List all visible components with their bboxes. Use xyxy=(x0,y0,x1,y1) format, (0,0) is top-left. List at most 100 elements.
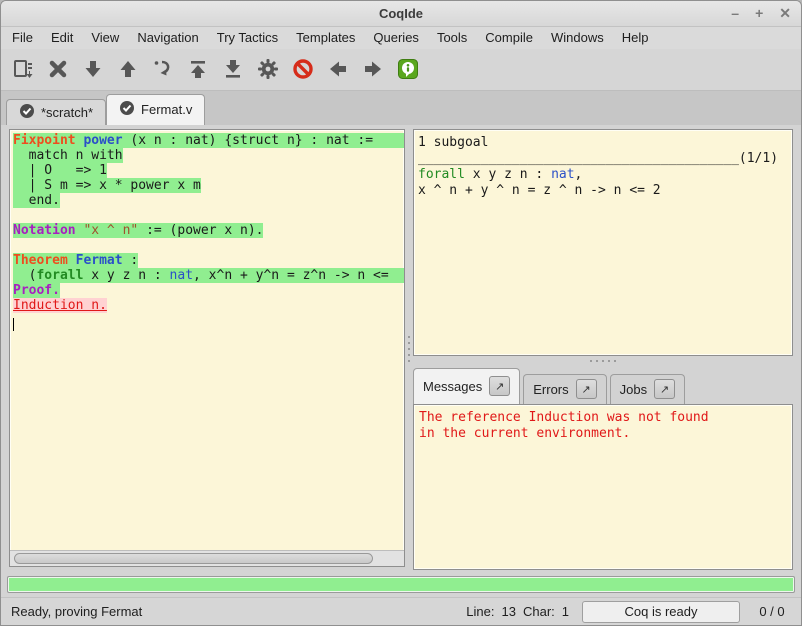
code-line: | S m => x * power x m xyxy=(13,178,404,193)
goal-line: forall x y z n : nat, xyxy=(418,167,788,183)
menu-file[interactable]: File xyxy=(3,28,42,47)
main-area: Fixpoint power (x n : nat) {struct n} : … xyxy=(1,125,801,570)
code-line: | O => 1 xyxy=(13,163,404,178)
detach-icon: ↗ xyxy=(582,383,591,396)
toolbar xyxy=(1,49,801,91)
scrollbar-thumb[interactable] xyxy=(14,553,373,564)
interrupt-button[interactable] xyxy=(285,52,320,86)
restart-button[interactable] xyxy=(180,52,215,86)
tab-jobs[interactable]: Jobs ↗ xyxy=(610,374,685,404)
menu-edit[interactable]: Edit xyxy=(42,28,82,47)
tab-label: Jobs xyxy=(620,382,647,397)
detach-errors-button[interactable]: ↗ xyxy=(576,379,597,399)
code-line: Fixpoint power (x n : nat) {struct n} : … xyxy=(13,133,404,148)
forward-icon xyxy=(362,58,384,80)
detach-icon: ↗ xyxy=(495,380,504,393)
menubar: FileEditViewNavigationTry TacticsTemplat… xyxy=(1,27,801,49)
line-label: Line: xyxy=(466,604,494,619)
detach-icon: ↗ xyxy=(660,383,669,396)
tab-check-icon xyxy=(19,103,35,122)
code-token: x ^ n + y ^ n = z ^ n -> n <= 2 xyxy=(418,183,661,198)
code-token: Induction n. xyxy=(13,298,107,313)
maximize-button[interactable]: + xyxy=(755,6,763,20)
go-to-end-button[interactable] xyxy=(215,52,250,86)
menu-view[interactable]: View xyxy=(82,28,128,47)
menu-help[interactable]: Help xyxy=(613,28,658,47)
step-forward-icon xyxy=(82,58,104,80)
titlebar[interactable]: CoqIde – + ✕ xyxy=(1,1,801,27)
code-token: Theorem xyxy=(13,253,68,268)
code-token: : xyxy=(123,253,139,268)
window-title: CoqIde xyxy=(379,6,423,21)
go-to-end-icon xyxy=(222,58,244,80)
text-cursor xyxy=(13,318,14,331)
goal-line: 1 subgoal xyxy=(418,135,788,151)
menu-tools[interactable]: Tools xyxy=(428,28,476,47)
tab-label: Fermat.v xyxy=(141,102,192,117)
back-icon xyxy=(327,58,349,80)
fully-check-button[interactable] xyxy=(250,52,285,86)
char-value: 1 xyxy=(562,604,569,619)
step-forward-button[interactable] xyxy=(75,52,110,86)
go-to-cursor-button[interactable] xyxy=(145,52,180,86)
feedback-tabs: Messages ↗ Errors ↗ Jobs ↗ xyxy=(413,367,793,404)
coqide-window: CoqIde – + ✕ FileEditViewNavigationTry T… xyxy=(0,0,802,626)
detach-jobs-button[interactable]: ↗ xyxy=(654,379,675,399)
code-token: end. xyxy=(13,193,60,208)
menu-windows[interactable]: Windows xyxy=(542,28,613,47)
menu-navigation[interactable]: Navigation xyxy=(128,28,207,47)
about-button[interactable] xyxy=(390,52,425,86)
task-counter: 0 / 0 xyxy=(753,604,791,619)
save-button[interactable] xyxy=(5,52,40,86)
code-line: match n with xyxy=(13,148,404,163)
horizontal-splitter[interactable] xyxy=(413,356,793,367)
menu-templates[interactable]: Templates xyxy=(287,28,364,47)
code-token: | O => 1 xyxy=(13,163,107,178)
script-editor[interactable]: Fixpoint power (x n : nat) {struct n} : … xyxy=(10,130,404,550)
tab-label: Messages xyxy=(423,379,482,394)
minimize-button[interactable]: – xyxy=(731,6,739,20)
step-backward-button[interactable] xyxy=(110,52,145,86)
code-token: nat xyxy=(551,167,574,182)
code-line xyxy=(13,238,404,253)
horizontal-scrollbar[interactable] xyxy=(10,550,404,566)
goal-line: x ^ n + y ^ n = z ^ n -> n <= 2 xyxy=(418,183,788,199)
status-bar: Ready, proving Fermat Line: 13 Char: 1 C… xyxy=(1,597,801,625)
forward-button[interactable] xyxy=(355,52,390,86)
code-token: x y z n : xyxy=(465,167,551,182)
editor-pane[interactable]: Fixpoint power (x n : nat) {struct n} : … xyxy=(9,129,405,567)
right-column: 1 subgoal_______________________________… xyxy=(413,129,793,570)
code-line: end. xyxy=(13,193,404,208)
menu-compile[interactable]: Compile xyxy=(476,28,542,47)
message-line: in the current environment. xyxy=(419,426,787,442)
code-token: Fixpoint xyxy=(13,133,76,148)
code-token xyxy=(68,253,76,268)
back-button[interactable] xyxy=(320,52,355,86)
save-icon xyxy=(12,58,34,80)
go-to-cursor-icon xyxy=(152,58,174,80)
tab-messages[interactable]: Messages ↗ xyxy=(413,368,520,404)
code-token: "x ^ n" xyxy=(83,223,138,238)
code-line: Theorem Fermat : xyxy=(13,253,404,268)
code-token: nat xyxy=(170,268,193,283)
tab-scratch[interactable]: *scratch* xyxy=(6,99,106,125)
menu-try-tactics[interactable]: Try Tactics xyxy=(208,28,287,47)
coq-status: Coq is ready xyxy=(582,601,740,623)
messages-pane[interactable]: The reference Induction was not foundin … xyxy=(413,404,793,570)
goals-pane[interactable]: 1 subgoal_______________________________… xyxy=(413,129,793,356)
tab-fermat[interactable]: Fermat.v xyxy=(106,94,205,125)
code-token: power xyxy=(83,133,122,148)
cancel-button[interactable] xyxy=(40,52,75,86)
code-token: forall xyxy=(36,268,83,283)
tab-label: *scratch* xyxy=(41,105,93,120)
tab-errors[interactable]: Errors ↗ xyxy=(523,374,606,404)
detach-messages-button[interactable]: ↗ xyxy=(489,376,510,396)
code-token: := (power x n). xyxy=(138,223,263,238)
code-token: Notation xyxy=(13,223,76,238)
step-backward-icon xyxy=(117,58,139,80)
status-text: Ready, proving Fermat xyxy=(11,604,142,619)
menu-queries[interactable]: Queries xyxy=(364,28,428,47)
vertical-splitter[interactable] xyxy=(405,129,413,570)
close-button[interactable]: ✕ xyxy=(779,6,791,20)
window-controls: – + ✕ xyxy=(731,1,791,26)
